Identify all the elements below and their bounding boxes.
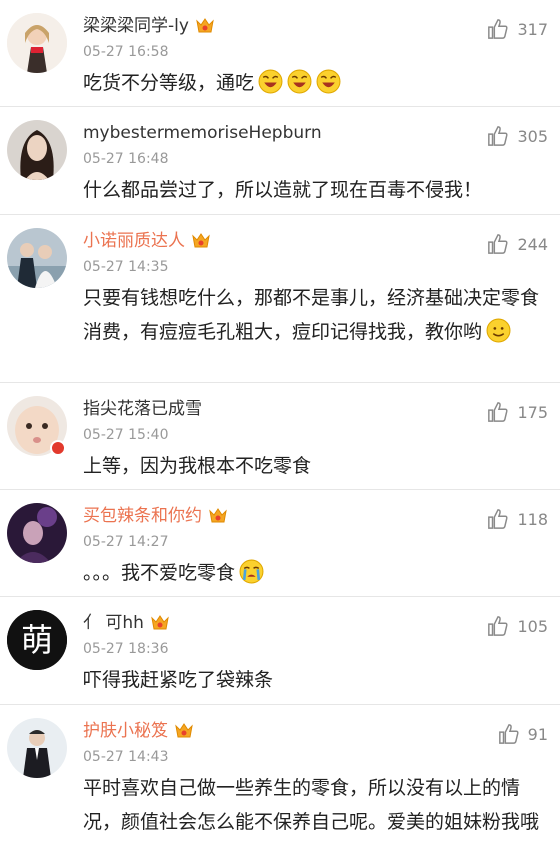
thumbs-up-icon (488, 126, 508, 146)
like-button[interactable]: 244 (487, 233, 548, 255)
comment-item: 梁梁梁同学-ly 05-27 16:58 吃货不分等级，通吃 317 (0, 0, 560, 107)
avatar[interactable] (7, 718, 67, 778)
comment-text: 。。。我不爱吃零食 (83, 556, 542, 590)
comment-time: 05-27 14:43 (83, 749, 169, 765)
comment-time: 05-27 14:27 (83, 534, 169, 550)
comment-list: 梁梁梁同学-ly 05-27 16:58 吃货不分等级，通吃 317 mybes… (0, 0, 560, 862)
comment-time: 05-27 16:58 (83, 44, 169, 60)
comment-time: 05-27 14:35 (83, 259, 169, 275)
comment-item: 萌 亻 可hh 05-27 18:36 吓得我赶紧吃了袋辣条 105 (0, 597, 560, 705)
like-count: 91 (527, 724, 548, 744)
like-button[interactable]: 175 (487, 401, 548, 423)
comment-item: mybestermemoriseHepburn 05-27 16:48 什么都品… (0, 107, 560, 215)
avatar[interactable] (7, 120, 67, 180)
smile-emoji-icon (486, 318, 511, 343)
vip-crown-icon (175, 723, 193, 738)
comment-text: 平时喜欢自己做一些养生的零食，所以没有以上的情况，颜值社会怎么能不保养自己呢。爱… (83, 777, 540, 833)
thumbs-up-icon (498, 724, 519, 744)
comment-author[interactable]: 护肤小秘笈 (83, 720, 194, 742)
like-count: 317 (517, 19, 548, 39)
vip-crown-icon (196, 18, 214, 33)
like-button[interactable]: 105 (487, 615, 548, 637)
comment-time: 05-27 15:40 (83, 427, 169, 443)
avatar[interactable] (7, 13, 67, 73)
comment-author[interactable]: 小诺丽质达人 (83, 230, 211, 252)
comment-author[interactable]: 指尖花落已成雪 (83, 398, 202, 420)
vip-crown-icon (192, 233, 210, 248)
comment-text: 吓得我赶紧吃了袋辣条 (83, 669, 274, 691)
comment-item: 买包辣条和你约 05-27 14:27 。。。我不爱吃零食 118 (0, 490, 560, 597)
laughing-emoji-icon (258, 69, 283, 94)
like-button[interactable]: 305 (487, 125, 548, 147)
thumbs-up-icon (488, 19, 508, 39)
comment-author[interactable]: 买包辣条和你约 (83, 505, 228, 527)
comment-author[interactable]: 梁梁梁同学-ly (83, 15, 215, 37)
comment-text: 只要有钱想吃什么，那都不是事儿，经济基础决定零食消费，有痘痘毛孔粗大，痘印记得找… (83, 287, 540, 343)
comment-author[interactable]: 亻 可hh (83, 612, 170, 634)
thumbs-up-icon (488, 234, 508, 254)
vip-crown-icon (151, 615, 169, 630)
laughing-emoji-icon (316, 69, 341, 94)
like-button[interactable]: 317 (487, 18, 548, 40)
like-count: 175 (517, 402, 548, 422)
comment-text: 什么都品尝过了，所以造就了现在百毒不侵我！ (83, 179, 483, 201)
like-count: 118 (517, 509, 548, 529)
avatar-char: 萌 (21, 621, 53, 659)
vip-crown-icon (209, 508, 227, 523)
thumbs-up-icon (488, 402, 508, 422)
like-button[interactable]: 91 (498, 723, 548, 745)
avatar[interactable]: 萌 (7, 610, 67, 670)
like-count: 305 (517, 126, 548, 146)
comment-text: 吃货不分等级，通吃 (83, 66, 542, 100)
comment-item: 指尖花落已成雪 05-27 15:40 上等，因为我根本不吃零食 175 (0, 383, 560, 490)
comment-time: 05-27 16:48 (83, 151, 169, 167)
thumbs-up-icon (488, 509, 508, 529)
like-button[interactable]: 118 (487, 508, 548, 530)
laughing-emoji-icon (287, 69, 312, 94)
comment-text: 上等，因为我根本不吃零食 (83, 455, 312, 477)
comment-author[interactable]: mybestermemoriseHepburn (83, 122, 322, 144)
thumbs-up-icon (488, 616, 508, 636)
verified-badge-icon (50, 440, 66, 456)
like-count: 244 (517, 234, 548, 254)
avatar[interactable] (7, 228, 67, 288)
crying-emoji-icon (239, 559, 264, 584)
like-count: 105 (517, 616, 548, 636)
comment-time: 05-27 18:36 (83, 641, 169, 657)
comment-item: 小诺丽质达人 05-27 14:35 只要有钱想吃什么，那都不是事儿，经济基础决… (0, 215, 560, 383)
comment-item: 护肤小秘笈 05-27 14:43 平时喜欢自己做一些养生的零食，所以没有以上的… (0, 705, 560, 862)
avatar[interactable] (7, 503, 67, 563)
